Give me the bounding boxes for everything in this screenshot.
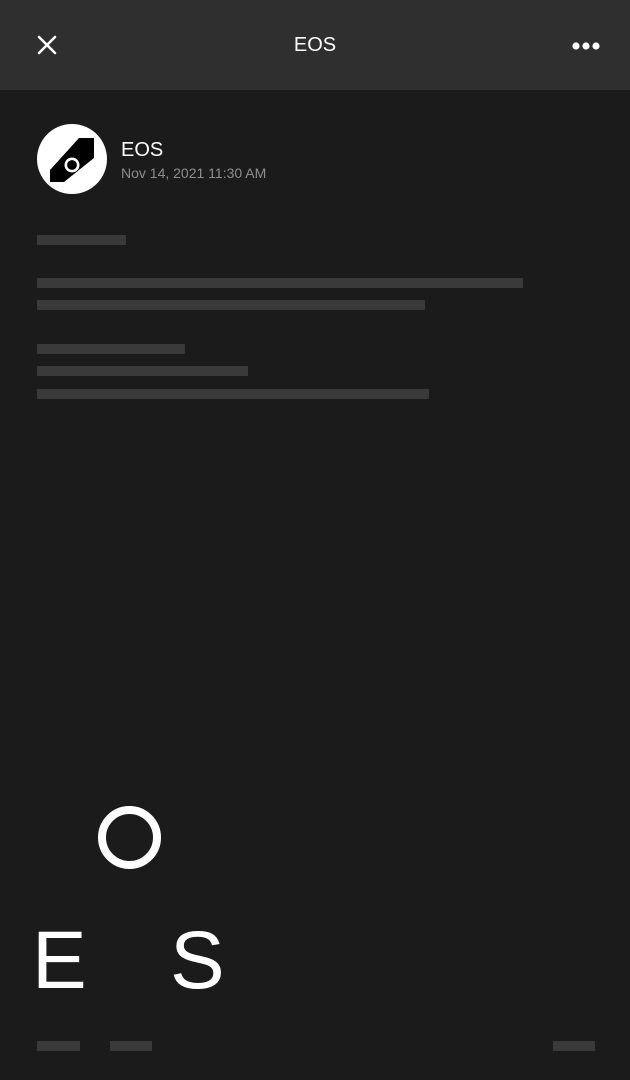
cover-letter-o xyxy=(98,806,161,869)
post-timestamp: Nov 14, 2021 11:30 AM xyxy=(121,165,267,181)
author-name[interactable]: EOS xyxy=(121,138,163,162)
skeleton-line xyxy=(37,300,425,310)
skeleton-footer-item xyxy=(110,1041,152,1051)
nav-title: EOS xyxy=(293,34,337,56)
cover-letter-s: S xyxy=(170,915,225,1006)
skeleton-line xyxy=(37,344,185,354)
skeleton-line xyxy=(37,278,523,288)
more-horizontal-icon xyxy=(572,42,600,50)
skeleton-line xyxy=(37,366,248,376)
eos-logo-icon xyxy=(50,138,94,182)
more-options-button[interactable] xyxy=(566,30,606,62)
author-avatar[interactable] xyxy=(37,124,107,194)
skeleton-line xyxy=(37,235,126,245)
skeleton-footer-item xyxy=(37,1041,80,1051)
post-detail-screen: EOS EOS Nov 14, 2021 11:30 AM E S xyxy=(0,0,630,1080)
skeleton-footer-item xyxy=(553,1041,595,1051)
cover-letter-e: E xyxy=(32,915,87,1006)
top-nav-bar: EOS xyxy=(0,0,630,90)
skeleton-line xyxy=(37,389,429,399)
